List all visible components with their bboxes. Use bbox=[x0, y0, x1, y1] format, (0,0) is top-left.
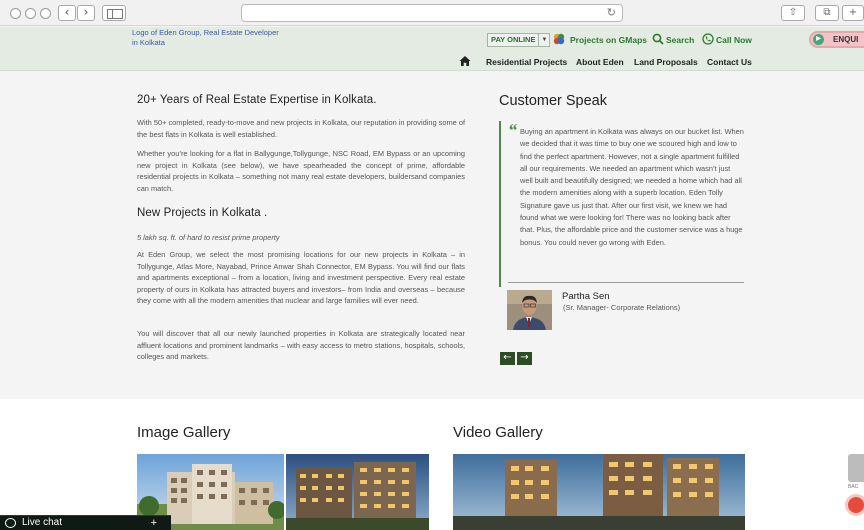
forward-button[interactable]: › bbox=[77, 5, 95, 21]
locations-paragraph: Whether you’re looking for a flat in Bal… bbox=[137, 149, 465, 193]
back-to-top-button[interactable] bbox=[848, 454, 864, 482]
image-gallery-heading: Image Gallery bbox=[137, 424, 231, 441]
quote-divider bbox=[499, 121, 501, 287]
reload-icon[interactable]: ↻ bbox=[607, 6, 616, 19]
back-to-top-label: BAC bbox=[848, 484, 859, 490]
site-header: Logo of Eden Group, Real Estate Develope… bbox=[0, 27, 864, 71]
close-window-button[interactable] bbox=[10, 8, 21, 19]
search-icon bbox=[652, 33, 664, 45]
home-icon[interactable] bbox=[459, 55, 471, 67]
live-chat-bar[interactable]: Live chat + bbox=[0, 515, 171, 530]
video-thumbnail[interactable] bbox=[453, 454, 745, 530]
gallery-section: Image Gallery Video Gallery bbox=[0, 399, 864, 530]
pay-online-dropdown[interactable]: PAY ONLINE ▼ bbox=[487, 33, 551, 47]
gmaps-icon bbox=[553, 33, 565, 45]
chevron-right-icon: ▶ bbox=[813, 34, 824, 45]
testimonial-quote: Buying an apartment in Kolkata was alway… bbox=[520, 127, 744, 247]
new-projects-heading: New Projects in Kolkata . bbox=[137, 207, 268, 219]
expertise-heading: 20+ Years of Real Estate Expertise in Ko… bbox=[137, 94, 377, 106]
next-arrow-icon[interactable]: → bbox=[517, 352, 532, 365]
customer-speak-heading: Customer Speak bbox=[499, 93, 607, 109]
nav-contact-us[interactable]: Contact Us bbox=[707, 57, 752, 67]
main-content: 20+ Years of Real Estate Expertise in Ko… bbox=[0, 72, 864, 398]
projects-paragraph: At Eden Group, we select the most promis… bbox=[137, 250, 465, 306]
minimize-window-button[interactable] bbox=[25, 8, 36, 19]
phone-icon bbox=[702, 33, 714, 45]
logo[interactable]: Logo of Eden Group, Real Estate Develope… bbox=[132, 28, 282, 48]
projects-on-gmaps-link[interactable]: Projects on GMaps bbox=[570, 35, 647, 45]
back-button[interactable]: ‹ bbox=[58, 5, 76, 21]
prev-arrow-icon[interactable]: ← bbox=[500, 352, 515, 365]
nav-about-eden[interactable]: About Eden bbox=[576, 57, 624, 67]
share-icon[interactable]: ⇧ bbox=[781, 5, 805, 21]
avatar bbox=[507, 290, 552, 330]
new-tab-button[interactable]: + bbox=[842, 5, 864, 21]
landmarks-paragraph: You will discover that all our newly lau… bbox=[137, 329, 465, 362]
browser-toolbar: ‹ › ↻ ⇧ ⧉ + bbox=[0, 0, 864, 26]
testimonial-author: Partha Sen bbox=[562, 291, 610, 302]
sidebar-toggle-icon[interactable] bbox=[102, 5, 126, 21]
address-bar[interactable]: ↻ bbox=[241, 4, 623, 22]
call-now-link[interactable]: Call Now bbox=[716, 35, 752, 45]
enquire-label: ENQUI bbox=[833, 35, 859, 44]
live-chat-label: Live chat bbox=[22, 517, 63, 528]
gallery-image-2[interactable] bbox=[286, 454, 429, 530]
enquire-button[interactable]: ▶ ENQUI bbox=[809, 31, 864, 48]
tabs-icon[interactable]: ⧉ bbox=[815, 5, 839, 21]
testimonial-role: (Sr. Manager- Corporate Relations) bbox=[563, 303, 681, 312]
intro-paragraph: With 50+ completed, ready-to-move and ne… bbox=[137, 118, 465, 139]
chevron-down-icon: ▼ bbox=[538, 34, 549, 46]
chat-bubble-icon bbox=[5, 518, 16, 528]
nav-residential-projects[interactable]: Residential Projects bbox=[486, 57, 567, 67]
pay-online-label: PAY ONLINE bbox=[491, 35, 536, 44]
nav-land-proposals[interactable]: Land Proposals bbox=[634, 57, 698, 67]
quote-icon: “ bbox=[508, 120, 517, 140]
red-circle-icon[interactable] bbox=[845, 494, 864, 516]
tagline: 5 lakh sq. ft. of hard to resist prime p… bbox=[137, 233, 280, 242]
zoom-window-button[interactable] bbox=[40, 8, 51, 19]
search-link[interactable]: Search bbox=[666, 35, 694, 45]
expand-chat-icon[interactable]: + bbox=[151, 516, 157, 530]
video-gallery-heading: Video Gallery bbox=[453, 424, 543, 441]
divider bbox=[508, 282, 744, 283]
